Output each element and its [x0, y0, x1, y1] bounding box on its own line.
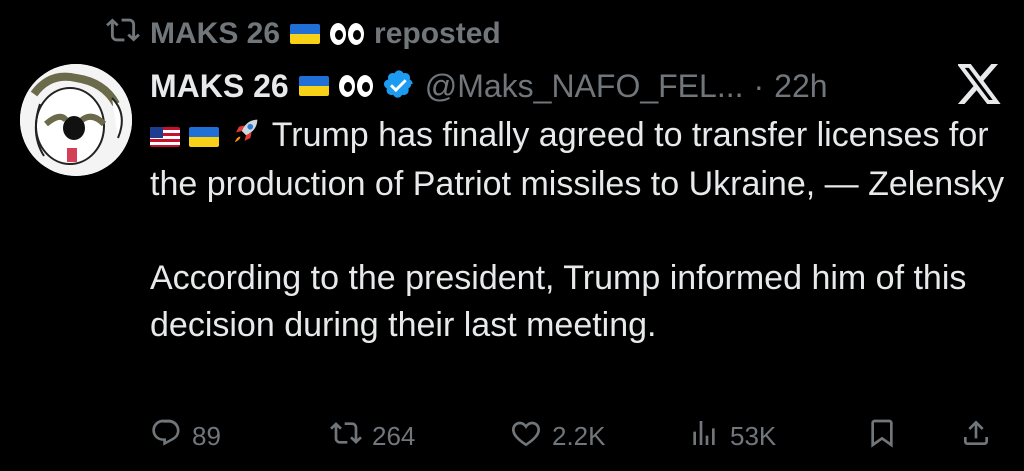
views-button[interactable]: 53K: [688, 412, 776, 460]
like-icon: [510, 417, 542, 456]
author-handle[interactable]: @Maks_NAFO_FEL...: [425, 68, 744, 105]
share-icon: [960, 417, 992, 456]
reply-button[interactable]: 89: [150, 412, 221, 460]
verified-badge-icon: [383, 68, 415, 105]
repost-icon: [330, 417, 362, 456]
avatar[interactable]: [20, 64, 132, 176]
author-name[interactable]: MAKS 26: [150, 68, 289, 105]
repost-banner[interactable]: MAKS 26 reposted: [106, 14, 501, 54]
post-time[interactable]: 22h: [774, 68, 827, 105]
eyes-emoji-icon: [338, 75, 373, 97]
reply-icon: [150, 417, 182, 456]
repost-icon: [106, 13, 140, 55]
post-text-paragraph: According to the president, Trump inform…: [150, 258, 967, 344]
post-header: MAKS 26 @Maks_NAFO_FEL... · 22h: [150, 64, 828, 108]
x-logo-icon[interactable]: [956, 64, 1002, 104]
like-count: 2.2K: [552, 420, 606, 451]
reply-count: 89: [192, 420, 221, 451]
rocket-emoji-icon: [229, 114, 263, 161]
views-count: 53K: [730, 420, 777, 451]
post-body: Trump has finally agreed to transfer lic…: [150, 112, 1010, 349]
ukraine-flag-icon: [290, 24, 321, 44]
post-text-paragraph: Trump has finally agreed to transfer lic…: [150, 116, 1005, 203]
bookmark-icon: [866, 417, 898, 456]
us-flag-icon: [150, 127, 180, 148]
views-icon: [688, 417, 720, 456]
ukraine-flag-icon: [298, 76, 329, 96]
repost-user-name[interactable]: MAKS 26: [150, 17, 280, 51]
share-button[interactable]: [960, 412, 992, 460]
ukraine-flag-icon: [189, 127, 220, 148]
bookmark-button[interactable]: [866, 412, 898, 460]
like-button[interactable]: 2.2K: [510, 412, 606, 460]
repost-label: reposted: [374, 17, 501, 50]
eyes-emoji-icon: [330, 23, 365, 45]
repost-button[interactable]: 264: [330, 412, 415, 460]
repost-count: 264: [372, 420, 416, 451]
post-actions: 89 264 2.2K 53K: [150, 412, 1010, 460]
separator-dot: ·: [753, 67, 765, 104]
